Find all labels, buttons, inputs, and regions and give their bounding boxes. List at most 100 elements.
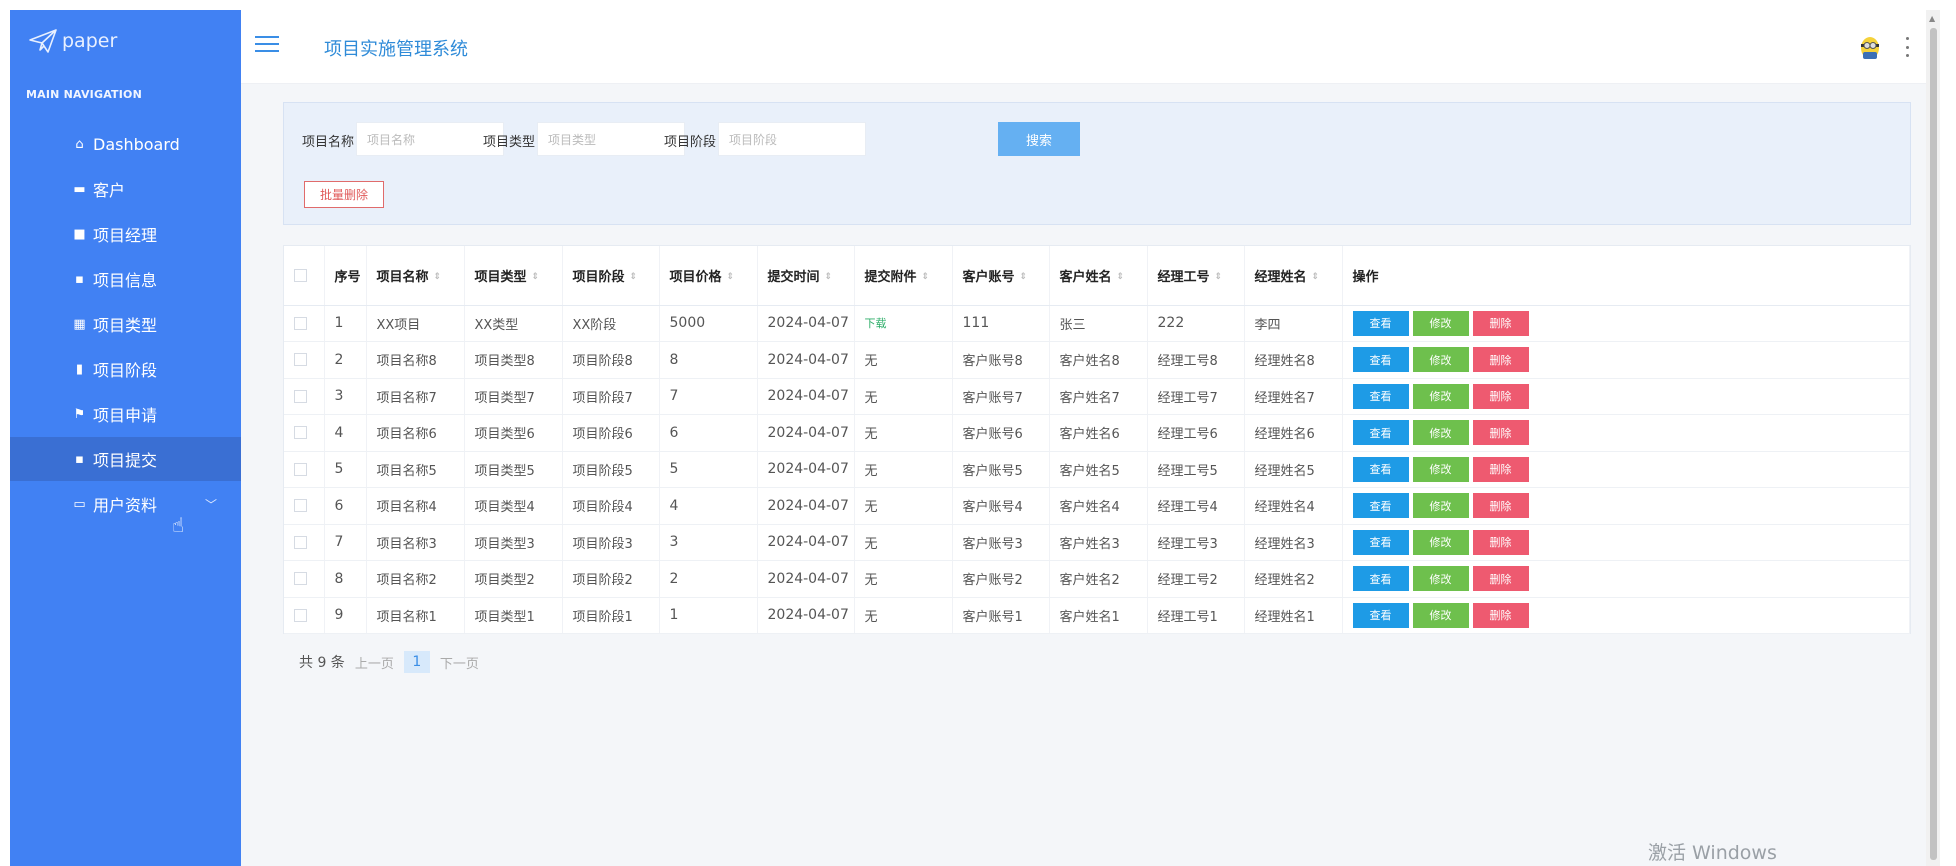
logo-text: paper (62, 30, 118, 52)
column-header[interactable]: 提交时间 ⇕ (757, 246, 855, 306)
row-checkbox[interactable] (294, 353, 307, 367)
edit-button[interactable]: 修改 (1412, 456, 1469, 482)
table-cell: 经理姓名1 (1244, 597, 1343, 634)
hamburger-menu-icon[interactable] (255, 36, 279, 54)
sidebar-item-7[interactable]: ▪ 项目提交 (10, 437, 263, 481)
paper-plane-icon (29, 29, 57, 53)
sort-icon[interactable]: ⇕ (1117, 272, 1125, 282)
delete-button[interactable]: 删除 (1472, 529, 1529, 555)
column-header[interactable]: 项目类型 ⇕ (464, 246, 563, 306)
column-header[interactable]: 经理姓名 ⇕ (1244, 246, 1343, 306)
scroll-up-arrow-icon[interactable]: ▲ (1929, 14, 1935, 23)
column-header[interactable]: 经理工号 ⇕ (1147, 246, 1245, 306)
edit-button[interactable]: 修改 (1412, 310, 1469, 336)
sidebar-item-5[interactable]: ▮ 项目阶段 (10, 347, 241, 391)
delete-button[interactable]: 删除 (1472, 383, 1529, 409)
sidebar-item-0[interactable]: ⌂ Dashboard (10, 122, 241, 166)
edit-button[interactable]: 修改 (1412, 566, 1469, 592)
row-checkbox[interactable] (294, 389, 307, 403)
prev-page-link[interactable]: 上一页 (355, 653, 394, 672)
sort-icon[interactable]: ⇕ (825, 272, 833, 282)
view-button[interactable]: 查看 (1352, 602, 1409, 628)
search-button[interactable]: 搜索 (998, 122, 1080, 156)
view-button[interactable]: 查看 (1352, 566, 1409, 592)
nav-section-title: MAIN NAVIGATION (26, 88, 143, 101)
column-header[interactable]: 客户姓名 ⇕ (1049, 246, 1148, 306)
edit-button[interactable]: 修改 (1412, 529, 1469, 555)
table-cell: 项目类型2 (464, 560, 563, 598)
more-vertical-icon[interactable] (1904, 37, 1910, 57)
edit-button[interactable]: 修改 (1412, 602, 1469, 628)
row-checkbox[interactable] (294, 608, 307, 622)
column-header[interactable]: 项目名称 ⇕ (366, 246, 465, 306)
scrollbar-thumb[interactable] (1930, 28, 1937, 860)
sidebar-item-6[interactable]: ⚑ 项目申请 (10, 392, 241, 436)
hand-cursor-icon: ☝ (172, 513, 185, 537)
view-button[interactable]: 查看 (1352, 456, 1409, 482)
edit-button[interactable]: 修改 (1412, 420, 1469, 446)
vertical-scrollbar[interactable]: ▲ (1926, 10, 1940, 866)
delete-button[interactable]: 删除 (1472, 602, 1529, 628)
delete-button[interactable]: 删除 (1472, 456, 1529, 482)
edit-button[interactable]: 修改 (1412, 347, 1469, 373)
sidebar-item-8[interactable]: ▭ 用户资料 ﹀ (10, 482, 241, 526)
sidebar-item-label: 项目类型 (93, 316, 158, 335)
table-cell: 张三 (1049, 305, 1148, 342)
row-checkbox[interactable] (294, 572, 307, 586)
column-header[interactable]: 客户账号 ⇕ (952, 246, 1050, 306)
table-cell: 项目名称2 (366, 560, 465, 598)
sidebar-item-1[interactable]: ▬ 客户 (10, 167, 241, 211)
table-cell: 无 (854, 560, 953, 598)
sidebar-item-4[interactable]: ▦ 项目类型 (10, 302, 241, 346)
delete-button[interactable]: 删除 (1472, 493, 1529, 519)
row-checkbox[interactable] (294, 316, 307, 330)
row-checkbox[interactable] (294, 462, 307, 476)
select-all-checkbox[interactable] (294, 268, 307, 282)
download-link[interactable]: 下载 (865, 317, 887, 330)
edit-button[interactable]: 修改 (1412, 493, 1469, 519)
table-cell: 项目名称3 (366, 524, 465, 561)
view-button[interactable]: 查看 (1352, 383, 1409, 409)
column-header[interactable]: 项目价格 ⇕ (659, 246, 758, 306)
table-cell: 7 (324, 524, 367, 561)
view-button[interactable]: 查看 (1352, 347, 1409, 373)
view-button[interactable]: 查看 (1352, 420, 1409, 446)
delete-button[interactable]: 删除 (1472, 347, 1529, 373)
batch-delete-button[interactable]: 批量删除 (304, 181, 384, 208)
delete-button[interactable]: 删除 (1472, 566, 1529, 592)
view-button[interactable]: 查看 (1352, 493, 1409, 519)
sort-icon[interactable]: ⇕ (532, 272, 540, 282)
sort-icon[interactable]: ⇕ (922, 272, 930, 282)
row-checkbox[interactable] (294, 535, 307, 549)
sort-icon[interactable]: ⇕ (727, 272, 735, 282)
table-row: 7 项目名称3 项目类型3 项目阶段3 3 2024-04-07 无客户账号3 客户姓名3 经理… (284, 524, 1910, 561)
delete-button[interactable]: 删除 (1472, 420, 1529, 446)
current-page[interactable]: 1 (403, 651, 430, 673)
table-cell: XX项目 (366, 305, 465, 342)
sort-icon[interactable]: ⇕ (1215, 272, 1223, 282)
view-button[interactable]: 查看 (1352, 529, 1409, 555)
sort-icon[interactable]: ⇕ (630, 272, 638, 282)
sidebar-item-2[interactable]: ■ 项目经理 (10, 212, 241, 256)
project-type-input[interactable]: 项目类型 (537, 122, 685, 156)
table-cell: 2024-04-07 (757, 451, 855, 488)
avatar[interactable] (1859, 34, 1881, 60)
table-cell: 项目名称1 (366, 597, 465, 634)
sort-icon[interactable]: ⇕ (434, 272, 442, 282)
sidebar-item-3[interactable]: ▪ 项目信息 (10, 257, 241, 301)
column-header[interactable]: 项目阶段 ⇕ (562, 246, 660, 306)
view-button[interactable]: 查看 (1352, 310, 1409, 336)
edit-button[interactable]: 修改 (1412, 383, 1469, 409)
table-cell: 2024-04-07 (757, 487, 855, 525)
table-cell: 客户姓名2 (1049, 560, 1148, 598)
delete-button[interactable]: 删除 (1472, 310, 1529, 336)
logo[interactable]: paper (28, 26, 117, 56)
column-header[interactable]: 提交附件 ⇕ (854, 246, 953, 306)
sort-icon[interactable]: ⇕ (1312, 272, 1320, 282)
project-name-input[interactable]: 项目名称 (356, 122, 504, 156)
row-checkbox[interactable] (294, 499, 307, 513)
row-checkbox[interactable] (294, 426, 307, 440)
sort-icon[interactable]: ⇕ (1020, 272, 1028, 282)
project-stage-input[interactable]: 项目阶段 (718, 122, 866, 156)
next-page-link[interactable]: 下一页 (440, 653, 479, 672)
